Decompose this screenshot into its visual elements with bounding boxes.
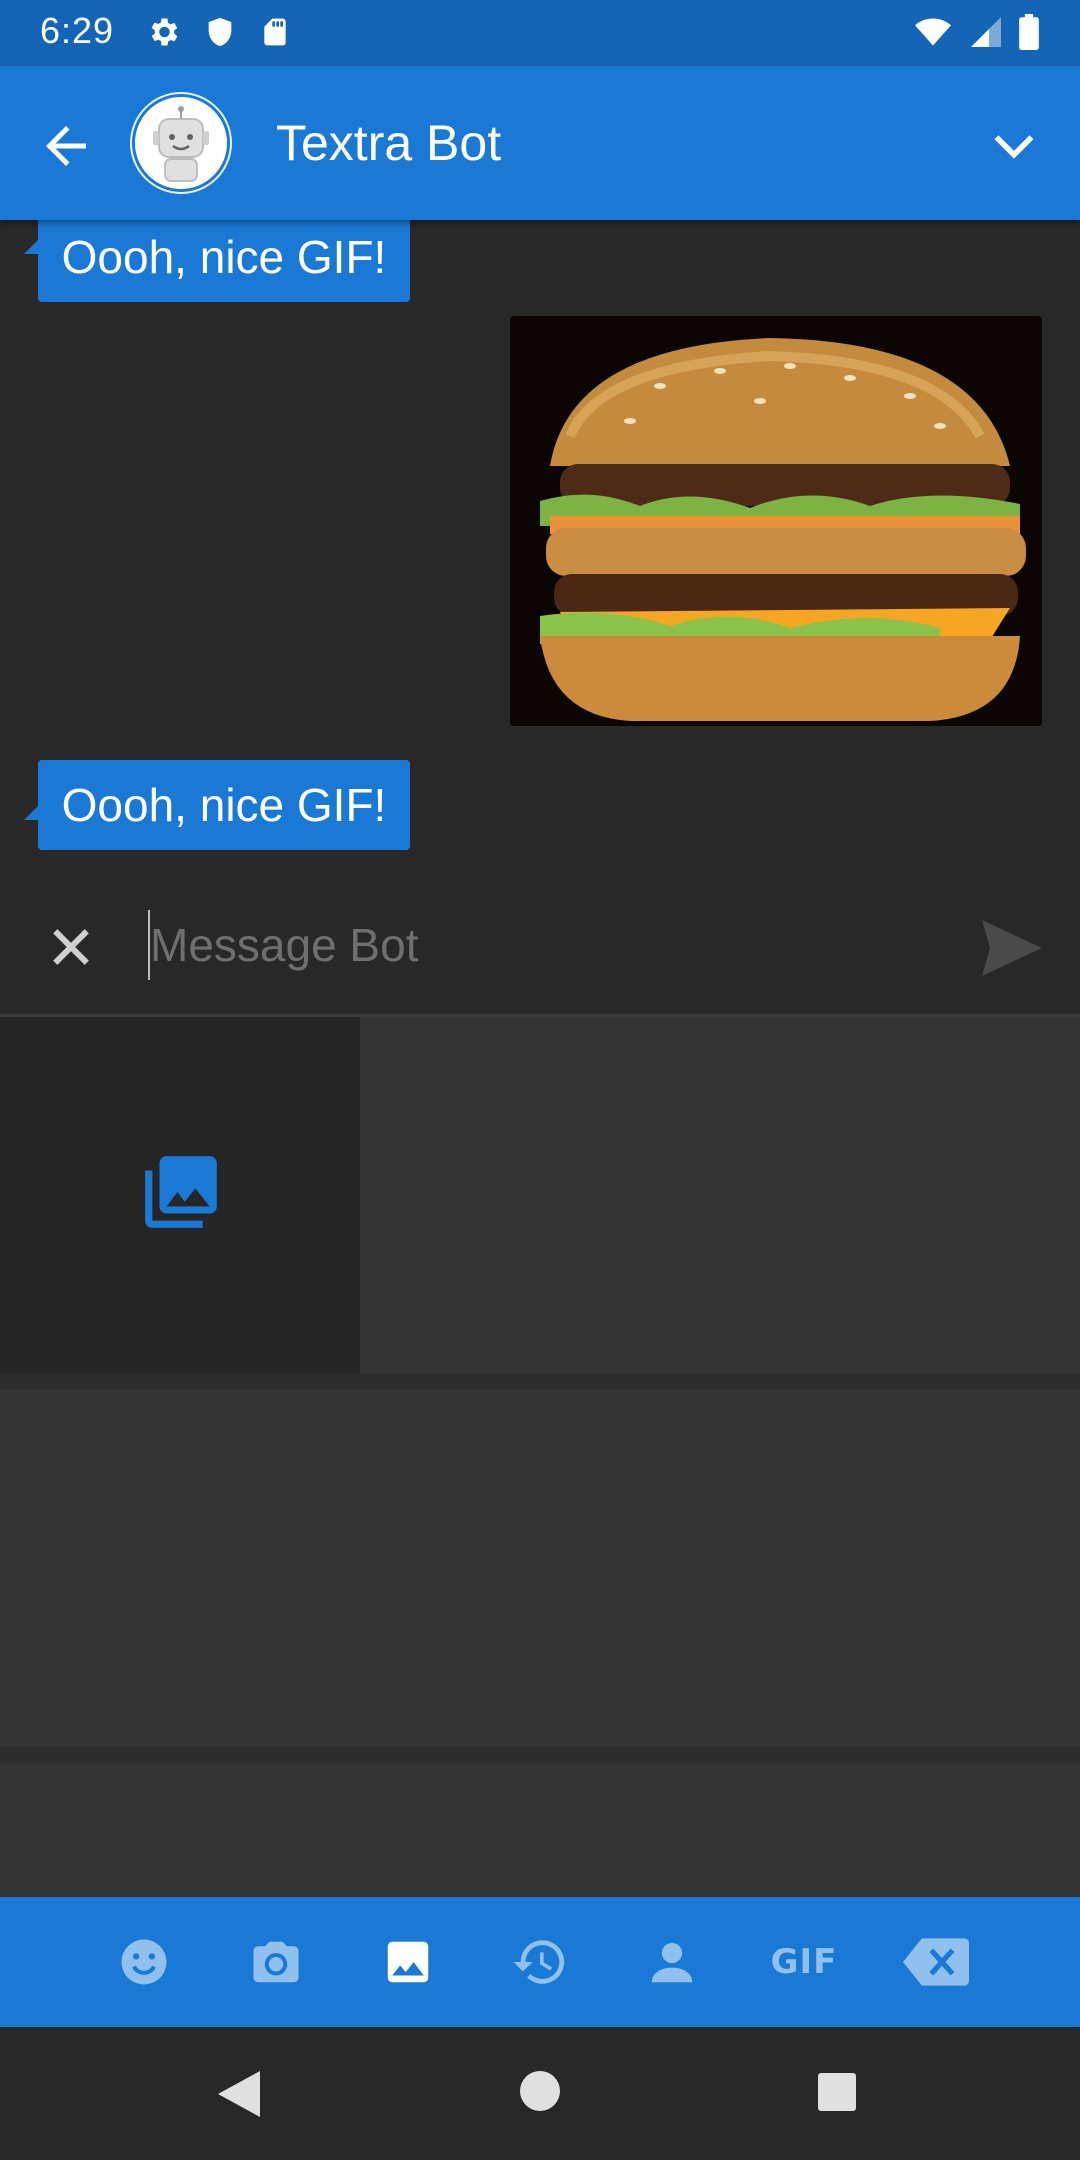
nav-back-icon [218,2071,260,2117]
app-bar: Textra Bot [0,66,1080,220]
battery-icon [1018,14,1040,55]
incoming-message-bubble[interactable]: Oooh, nice GIF! [38,760,410,850]
media-thumbnail[interactable] [360,1017,1080,1373]
gif-label: GIF [770,1942,838,1982]
open-gallery-tile[interactable] [0,1017,360,1373]
recent-icon [513,1940,565,1984]
send-button[interactable] [982,920,1042,976]
send-icon [982,920,1042,976]
chevron-down-icon [994,135,1034,159]
nav-recents-button[interactable] [816,2071,858,2118]
tab-gallery[interactable] [342,1897,474,2027]
media-thumbnail[interactable] [0,1763,1080,1897]
camera-icon [253,1941,299,1983]
close-attachments-button[interactable] [44,920,98,974]
contact-icon [651,1942,693,1983]
arrow-back-icon [46,126,86,166]
system-nav-bar [0,2027,1080,2160]
nav-back-button[interactable] [216,2069,262,2124]
incoming-message-bubble[interactable]: Oooh, nice GIF! [38,212,410,302]
tab-gif[interactable]: GIF [738,1897,870,2027]
tab-contact[interactable] [606,1897,738,2027]
emoji-icon [121,1939,167,1985]
contact-avatar[interactable] [132,94,230,192]
message-text: Oooh, nice GIF! [61,779,387,831]
gallery-icon [387,1941,429,1983]
screen: 6:29 Textra Bot Oooh, nice GIF! Oooh, ni… [0,0,1080,2160]
status-time: 6:29 [40,10,115,51]
back-button[interactable] [36,116,96,176]
message-text: Oooh, nice GIF! [61,231,387,283]
cell-signal-icon [968,14,1004,55]
panel-divider [0,1747,1080,1763]
status-icons-right [912,14,1040,55]
attachment-tab-bar: GIF [0,1897,1080,2027]
nav-home-icon [520,2071,560,2111]
robot-avatar-icon [135,97,227,189]
burger-illustration [510,316,1042,726]
message-list[interactable]: Oooh, nice GIF! Oooh, nice GIF! [0,212,1080,880]
tab-backspace[interactable] [870,1897,1002,2027]
shield-icon [203,14,237,55]
panel-divider [0,1373,1080,1389]
backspace-icon [903,1938,969,1986]
tab-camera[interactable] [210,1897,342,2027]
nav-home-button[interactable] [518,2069,562,2118]
attachment-panel [0,1017,1080,1897]
tab-recent[interactable] [474,1897,606,2027]
status-icons-left [145,14,291,55]
contact-name[interactable]: Textra Bot [276,114,501,172]
gif-burger-image[interactable] [510,316,1042,726]
status-bar: 6:29 [0,0,1080,66]
photo-library-icon [138,1149,224,1235]
expand-button[interactable] [984,116,1044,176]
message-input[interactable] [150,908,950,982]
tab-emoji[interactable] [78,1897,210,2027]
media-thumbnail[interactable] [0,1389,1080,1747]
compose-bar [0,880,1080,1014]
nav-recents-icon [818,2073,856,2111]
settings-icon [145,14,181,55]
sd-card-icon [259,14,291,55]
wifi-icon [912,14,954,55]
close-icon [53,929,89,965]
